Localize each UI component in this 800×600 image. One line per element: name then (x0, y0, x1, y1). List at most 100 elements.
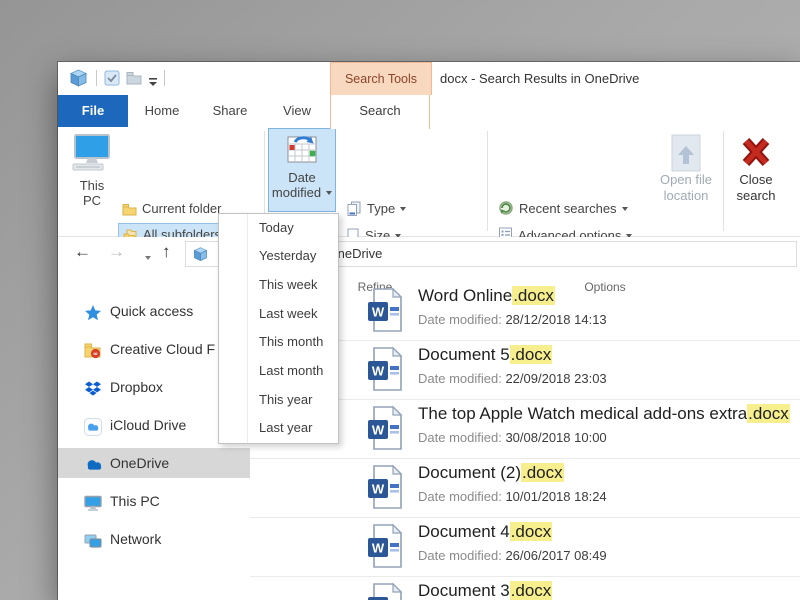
menu-item-today[interactable]: Today (259, 214, 294, 242)
file-name: Document 3 (418, 581, 510, 600)
sidebar-item-onedrive[interactable]: OneDrive (58, 448, 250, 478)
date-modified-button[interactable]: Date modified (268, 128, 336, 212)
this-pc-button[interactable]: This PC (66, 130, 118, 212)
date-modified-label-line1: Date (288, 170, 315, 185)
close-search-label-line1: Close (739, 172, 772, 187)
tab-view[interactable]: View (264, 95, 330, 127)
result-title: Document 3.docx (418, 581, 552, 600)
result-date: Date modified: 26/06/2017 08:49 (418, 548, 607, 563)
file-name: Document (2) (418, 463, 521, 482)
result-title: Document 4.docx (418, 522, 552, 542)
open-file-location-label-line1: Open file (660, 172, 712, 187)
result-title: Document (2).docx (418, 463, 564, 483)
date-modified-label-line2: modified (272, 185, 321, 200)
menu-item-this-year[interactable]: This year (259, 386, 312, 414)
menu-icon-gutter (247, 214, 248, 443)
sidebar-item-label: Network (110, 524, 161, 554)
up-arrow-icon[interactable]: ↑ (162, 242, 171, 262)
this-pc-monitor-icon (70, 134, 114, 177)
tab-file[interactable]: File (58, 95, 128, 127)
svg-text:∞: ∞ (93, 352, 97, 358)
ribbon-tab-row: File Home Share View Search (58, 95, 800, 129)
properties-icon[interactable] (104, 70, 120, 91)
date-value: 10/01/2018 18:24 (505, 489, 606, 504)
menu-item-yesterday[interactable]: Yesterday (259, 242, 316, 270)
recent-searches-button[interactable]: Recent searches (498, 197, 628, 221)
onedrive-cloud-icon (84, 454, 103, 478)
group-separator (723, 131, 724, 231)
result-date: Date modified: 10/01/2018 18:24 (418, 489, 607, 504)
menu-item-last-year[interactable]: Last year (259, 414, 312, 442)
file-ext-highlight: .docx (510, 581, 553, 600)
star-icon (84, 302, 102, 326)
this-pc-label-line1: This (80, 178, 105, 193)
date-label: Date modified: (418, 371, 502, 386)
group-separator (487, 131, 488, 231)
file-ext-highlight: .docx (510, 345, 553, 364)
window-title: docx - Search Results in OneDrive (440, 62, 639, 95)
ribbon: This PC Current folder All subfolders (58, 127, 800, 237)
result-date: Date modified: 30/08/2018 10:00 (418, 430, 607, 445)
sidebar-item-this-pc[interactable]: This PC (58, 486, 250, 516)
forward-arrow-icon[interactable]: → (108, 242, 125, 262)
date-value: 28/12/2018 14:13 (505, 312, 606, 327)
close-x-icon (740, 136, 772, 173)
menu-item-last-month[interactable]: Last month (259, 357, 323, 385)
word-doc-icon: W (366, 523, 404, 574)
sidebar-item-label: iCloud Drive (110, 410, 186, 440)
file-ext-highlight: .docx (747, 404, 790, 423)
file-name: Document 4 (418, 522, 510, 541)
svg-text:W: W (372, 423, 385, 438)
contextual-tab-header: Search Tools (330, 62, 432, 95)
date-value: 26/06/2017 08:49 (505, 548, 606, 563)
new-folder-icon[interactable] (126, 70, 142, 91)
word-doc-icon: W (366, 287, 404, 338)
file-name: The top Apple Watch medical add-ons extr… (418, 404, 747, 423)
result-row[interactable]: W Document 3.docx (250, 577, 800, 600)
dropdown-caret-icon (400, 207, 406, 211)
close-search-button[interactable]: Close search (726, 130, 786, 230)
qat-separator (96, 70, 97, 86)
file-name: Document 5 (418, 345, 510, 364)
folder-icon (122, 200, 137, 224)
title-bar: Search Tools docx - Search Results in On… (58, 62, 800, 95)
tab-share[interactable]: Share (196, 95, 264, 127)
word-doc-icon: W (366, 582, 404, 600)
date-value: 22/09/2018 23:03 (505, 371, 606, 386)
monitor-icon (84, 492, 102, 516)
sidebar-item-network[interactable]: Network (58, 524, 250, 554)
result-date: Date modified: 28/12/2018 14:13 (418, 312, 607, 327)
file-type-icon (346, 200, 362, 224)
current-folder-button[interactable]: Current folder (122, 197, 221, 221)
word-doc-icon: W (366, 405, 404, 456)
back-arrow-icon[interactable]: ← (74, 242, 91, 262)
close-search-label-line2: search (736, 188, 775, 203)
explorer-window: Search Tools docx - Search Results in On… (58, 62, 800, 600)
type-label: Type (367, 201, 395, 216)
result-row[interactable]: W Document 4.docx Date modified: 26/06/2… (250, 518, 800, 577)
menu-item-last-week[interactable]: Last week (259, 300, 318, 328)
file-ext-highlight: .docx (521, 463, 564, 482)
tab-search[interactable]: Search (330, 95, 430, 129)
app-cube-icon[interactable] (68, 68, 89, 94)
date-label: Date modified: (418, 489, 502, 504)
customize-caret-icon[interactable] (148, 74, 158, 92)
open-file-location-button[interactable]: Open file location (646, 130, 726, 230)
tab-home[interactable]: Home (128, 95, 196, 127)
network-icon (84, 530, 102, 554)
sidebar-item-label: OneDrive (110, 448, 169, 478)
date-modified-menu: Today Yesterday This week Last week This… (218, 213, 339, 444)
sidebar-item-label: Creative Cloud F (110, 334, 215, 364)
menu-item-this-week[interactable]: This week (259, 271, 318, 299)
file-name: Word Online (418, 286, 512, 305)
open-file-location-icon (666, 134, 706, 177)
menu-item-this-month[interactable]: This month (259, 328, 323, 356)
word-doc-icon: W (366, 464, 404, 515)
dropbox-icon (84, 378, 102, 402)
file-ext-highlight: .docx (512, 286, 555, 305)
sidebar-item-label: Dropbox (110, 372, 163, 402)
history-caret-icon[interactable] (140, 249, 151, 267)
result-row[interactable]: W Document (2).docx Date modified: 10/01… (250, 459, 800, 518)
type-button[interactable]: Type (346, 197, 406, 221)
sidebar-item-label: Quick access (110, 296, 193, 326)
